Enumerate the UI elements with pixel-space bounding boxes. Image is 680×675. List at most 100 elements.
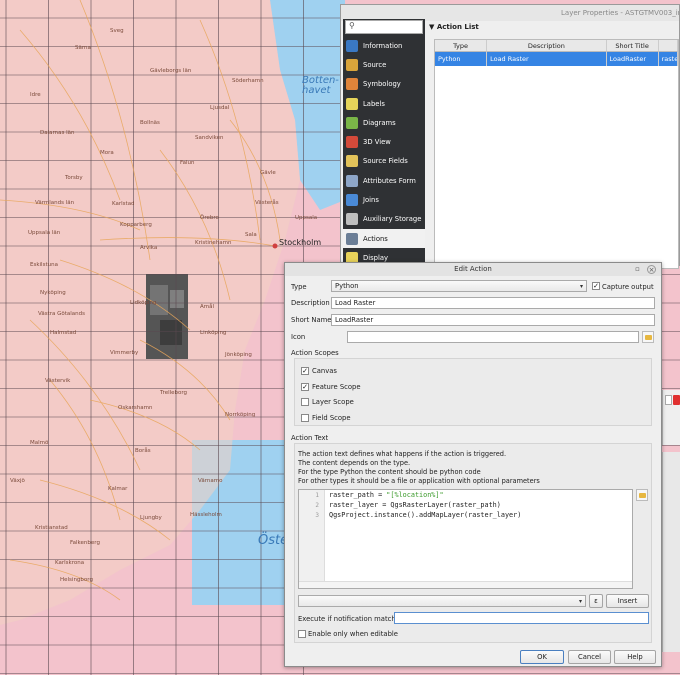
place-label: Eskilstuna [30, 262, 58, 268]
col-type[interactable]: Type [435, 40, 488, 52]
action-text-desc-2: The content depends on the type. [298, 459, 411, 467]
sidebar-item-actions[interactable]: Actions [343, 228, 425, 249]
table-row[interactable]: Python Load Raster LoadRaster raste [435, 52, 678, 66]
sidebar-item-auxiliary-storage[interactable]: Auxiliary Storage [343, 210, 425, 229]
icon-field[interactable] [347, 331, 639, 343]
remove-icon[interactable] [673, 395, 680, 405]
place-label: Helsingborg [60, 577, 93, 583]
place-label: Borås [135, 448, 151, 454]
code-line-2: raster_layer = QgsRasterLayer(raster_pat… [329, 501, 501, 509]
diagrams-icon [346, 116, 358, 129]
place-label: Norrköping [225, 412, 256, 418]
place-label: Sandviken [195, 135, 224, 141]
sidebar-item-attributes-form[interactable]: Attributes Form [343, 171, 425, 190]
code-editor[interactable]: 1 2 3 raster_path = "[%location%]" raste… [298, 489, 633, 589]
sidebar-item-diagrams[interactable]: Diagrams [343, 113, 425, 132]
expression-builder-button[interactable]: ε [589, 594, 603, 608]
code-browse-button[interactable] [636, 489, 648, 501]
scope-canvas-checkbox[interactable]: ✓ [301, 367, 309, 375]
place-label: Kristinehamn [195, 240, 232, 246]
action-text-desc-4: For other types it should be a file or a… [298, 477, 540, 485]
code-line-3: QgsProject.instance().addMapLayer(raster… [329, 511, 522, 519]
place-label: Kalmar [108, 486, 128, 492]
cell-extra: raste [658, 52, 678, 66]
action-text-desc-1: The action text defines what happens if … [298, 450, 507, 458]
sidebar-item-label: Source [363, 60, 387, 69]
sidebar-item-labels[interactable]: Labels [343, 94, 425, 113]
insert-button[interactable]: Insert [606, 594, 649, 608]
sea-label-bottenhavet: Botten- havet [302, 75, 339, 96]
horizontal-scrollbar[interactable] [299, 581, 632, 588]
code-text: raster_path = [329, 491, 387, 499]
help-button[interactable]: Help [614, 650, 656, 664]
sidebar-item-source-fields[interactable]: Source Fields [343, 152, 425, 171]
place-label: Ljusdal [210, 105, 230, 111]
col-short-title[interactable]: Short Title [606, 40, 659, 52]
fields-icon [346, 155, 358, 168]
cell-short-title: LoadRaster [606, 52, 659, 66]
action-text-label: Action Text [291, 434, 329, 442]
type-select[interactable]: Python ▾ [331, 280, 587, 292]
sidebar-item-label: Labels [363, 99, 385, 108]
sidebar-item-label: Diagrams [363, 118, 396, 127]
close-icon[interactable]: × [647, 265, 656, 274]
ok-button[interactable]: OK [520, 650, 564, 664]
search-input[interactable]: ⚲ [345, 20, 423, 34]
place-label: Gävleborgs län [150, 68, 192, 74]
place-label: Lidköping [130, 300, 157, 306]
place-label: Hässleholm [190, 512, 222, 518]
place-label: Malmö [30, 440, 49, 446]
cell-description: Load Raster [487, 52, 607, 66]
background-panel-fragment-2 [662, 452, 680, 652]
scope-field-label: Field Scope [312, 414, 351, 422]
sidebar-item-information[interactable]: Information [343, 36, 425, 55]
storage-icon [346, 213, 358, 226]
col-extra[interactable] [658, 40, 678, 52]
capture-output-checkbox[interactable]: ✓ [592, 282, 600, 290]
sidebar-item-label: Actions [363, 234, 388, 243]
editable-only-checkbox[interactable] [298, 630, 306, 638]
cancel-button[interactable]: Cancel [568, 650, 611, 664]
sidebar-item-3d-view[interactable]: 3D View [343, 132, 425, 151]
scope-feature-label: Feature Scope [312, 383, 361, 391]
joins-icon [346, 194, 358, 207]
minimize-icon[interactable]: ▫ [633, 265, 642, 274]
place-label: Sveg [110, 28, 124, 34]
actions-panel: ▼ Action List Type Description Short Tit… [427, 21, 679, 269]
editable-only-label: Enable only when editable [308, 630, 398, 638]
action-list-header[interactable]: ▼ Action List [427, 21, 679, 33]
line-number: 3 [315, 512, 319, 519]
sidebar-item-label: Symbology [363, 80, 401, 89]
icon-browse-button[interactable] [642, 331, 654, 343]
col-description[interactable]: Description [487, 40, 607, 52]
line-number-gutter: 1 2 3 [299, 490, 325, 588]
place-label: Arvika [140, 245, 158, 251]
table-header-row: Type Description Short Title [435, 40, 678, 52]
dialog-title: Edit Action [454, 265, 492, 273]
place-label: Bollnäs [140, 120, 160, 126]
sidebar-item-label: Attributes Form [363, 176, 416, 185]
sidebar-item-joins[interactable]: Joins [343, 190, 425, 209]
properties-sidebar: ⚲ Information Source Symbology Labels Diagra… [343, 19, 425, 265]
sidebar-item-label: Source Fields [363, 157, 408, 166]
background-button[interactable] [665, 395, 672, 405]
folder-icon [645, 335, 652, 340]
capture-output-label: Capture output [602, 283, 654, 291]
action-list-table: Type Description Short Title Python Load… [434, 39, 679, 269]
labels-icon [346, 97, 358, 110]
notification-field[interactable] [394, 612, 649, 624]
sidebar-item-symbology[interactable]: Symbology [343, 75, 425, 94]
place-label: Amål [200, 304, 215, 310]
search-icon: ⚲ [349, 21, 355, 30]
scope-feature-checkbox[interactable]: ✓ [301, 383, 309, 391]
short-name-field[interactable]: LoadRaster [331, 314, 655, 326]
sidebar-item-source[interactable]: Source [343, 55, 425, 74]
city-label-stockholm: Stockholm [279, 238, 322, 247]
expression-combo[interactable]: ▾ [298, 595, 586, 607]
scope-field-checkbox[interactable] [301, 414, 309, 422]
place-label: Dalarnas län [40, 130, 75, 136]
description-field[interactable]: Load Raster [331, 297, 655, 309]
cube-icon [346, 136, 358, 149]
line-number: 1 [315, 492, 319, 499]
scope-layer-checkbox[interactable] [301, 398, 309, 406]
